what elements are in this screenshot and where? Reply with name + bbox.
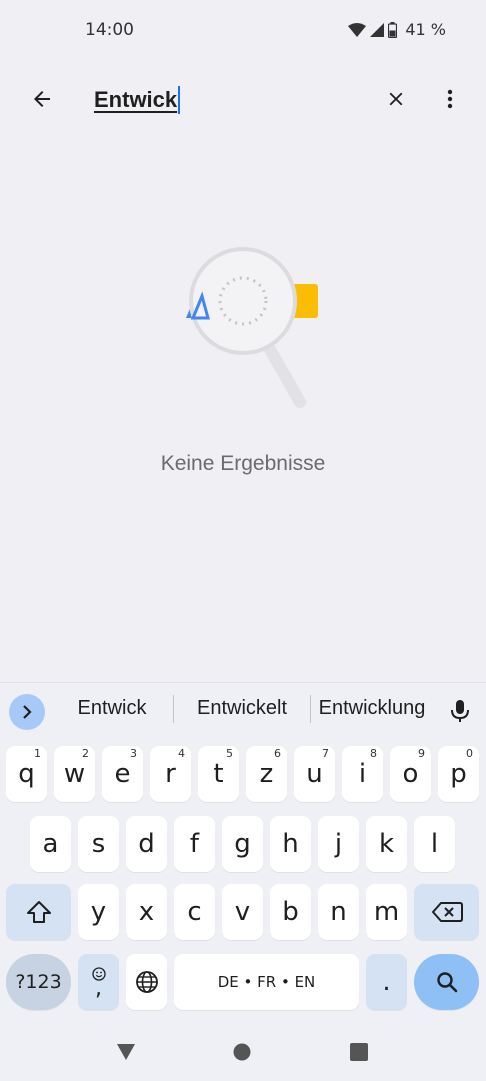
no-results-message: Keine Ergebnisse <box>160 452 326 475</box>
on-screen-keyboard: Entwick Entwickelt Entwicklung q1 w2 e3 … <box>0 682 486 1081</box>
close-icon <box>389 92 403 106</box>
suggestion-3[interactable]: Entwicklung <box>316 697 428 720</box>
key-label: u <box>306 759 323 789</box>
key-b[interactable]: b <box>270 884 311 940</box>
suggestion-2[interactable]: Entwickelt <box>184 697 300 720</box>
keyboard-expand-button[interactable] <box>9 694 45 730</box>
key-hint: 0 <box>466 747 473 760</box>
key-m[interactable]: m <box>366 884 407 940</box>
text-caret <box>178 86 181 114</box>
key-i[interactable]: i8 <box>342 746 383 802</box>
nav-back-button[interactable] <box>106 1034 146 1070</box>
key-hint: 6 <box>274 747 281 760</box>
key-w[interactable]: w2 <box>54 746 95 802</box>
key-hint: 4 <box>178 747 185 760</box>
key-k[interactable]: k <box>366 816 407 872</box>
key-r[interactable]: r4 <box>150 746 191 802</box>
symbols-key[interactable]: ?123 <box>6 954 71 1010</box>
backspace-icon <box>431 902 463 922</box>
backspace-key[interactable] <box>414 884 479 940</box>
search-input[interactable]: Entwick <box>94 82 354 118</box>
key-hint: 5 <box>226 747 233 760</box>
key-label: t <box>213 759 224 789</box>
key-label: q <box>18 759 35 789</box>
key-y[interactable]: y <box>78 884 119 940</box>
search-query-text: Entwick <box>94 87 178 112</box>
battery-percent: 41 % <box>405 20 446 39</box>
search-toolbar: Entwick <box>0 68 486 132</box>
key-j[interactable]: j <box>318 816 359 872</box>
suggestion-bar: Entwick Entwickelt Entwicklung <box>0 683 486 739</box>
emoji-comma-key[interactable]: , <box>78 954 119 1010</box>
key-u[interactable]: u7 <box>294 746 335 802</box>
nav-recents-square-icon <box>350 1043 368 1061</box>
shift-key[interactable] <box>6 884 71 940</box>
key-hint: 2 <box>82 747 89 760</box>
key-v[interactable]: v <box>222 884 263 940</box>
key-e[interactable]: e3 <box>102 746 143 802</box>
clear-search-button[interactable] <box>372 75 420 123</box>
comma-label: , <box>95 976 102 1001</box>
key-l[interactable]: l <box>414 816 455 872</box>
suggestion-1[interactable]: Entwick <box>62 697 162 720</box>
mic-icon <box>451 700 469 722</box>
no-results-illustration <box>160 240 330 420</box>
wifi-icon <box>348 22 367 37</box>
key-label: e <box>114 759 131 789</box>
key-o[interactable]: o9 <box>390 746 431 802</box>
nav-home-circle-icon <box>233 1043 251 1061</box>
key-label: o <box>402 759 419 789</box>
key-label: z <box>259 759 274 789</box>
voice-input-button[interactable] <box>442 693 478 729</box>
key-label: i <box>358 759 367 789</box>
key-hint: 8 <box>370 747 377 760</box>
key-hint: 1 <box>34 747 41 760</box>
key-z[interactable]: z6 <box>246 746 287 802</box>
key-a[interactable]: a <box>30 816 71 872</box>
key-hint: 9 <box>418 747 425 760</box>
period-key[interactable]: . <box>366 954 407 1010</box>
key-t[interactable]: t5 <box>198 746 239 802</box>
nav-recents-button[interactable] <box>339 1034 379 1070</box>
key-p[interactable]: p0 <box>438 746 479 802</box>
cell-signal-icon <box>370 22 385 37</box>
key-n[interactable]: n <box>318 884 359 940</box>
key-s[interactable]: s <box>78 816 119 872</box>
chevron-right-icon <box>23 705 32 719</box>
key-g[interactable]: g <box>222 816 263 872</box>
language-key[interactable] <box>126 954 167 1010</box>
key-hint: 7 <box>322 747 329 760</box>
key-c[interactable]: c <box>174 884 215 940</box>
nav-home-button[interactable] <box>222 1034 262 1070</box>
key-hint: 3 <box>130 747 137 760</box>
key-h[interactable]: h <box>270 816 311 872</box>
key-label: w <box>63 759 86 789</box>
system-navigation-bar <box>0 1024 486 1080</box>
search-key[interactable] <box>414 954 479 1010</box>
status-icons: 41 % <box>348 20 446 39</box>
magnifier-illustration-icon <box>186 247 318 408</box>
suggestion-divider <box>173 695 174 723</box>
nav-back-triangle-icon <box>117 1044 135 1060</box>
battery-icon <box>388 21 398 38</box>
suggestion-divider <box>310 695 311 723</box>
arrow-left-icon <box>34 91 50 107</box>
key-q[interactable]: q1 <box>6 746 47 802</box>
more-vert-icon <box>447 89 453 109</box>
shift-icon <box>26 901 51 923</box>
key-f[interactable]: f <box>174 816 215 872</box>
key-label: p <box>450 759 467 789</box>
status-bar: 14:00 41 % <box>0 0 486 60</box>
status-time: 14:00 <box>85 20 134 40</box>
space-key[interactable]: DE • FR • EN <box>174 954 359 1010</box>
search-icon <box>436 972 457 993</box>
key-label: r <box>165 759 176 789</box>
back-button[interactable] <box>18 75 66 123</box>
more-options-button[interactable] <box>426 75 474 123</box>
globe-icon <box>135 971 158 993</box>
key-d[interactable]: d <box>126 816 167 872</box>
key-x[interactable]: x <box>126 884 167 940</box>
